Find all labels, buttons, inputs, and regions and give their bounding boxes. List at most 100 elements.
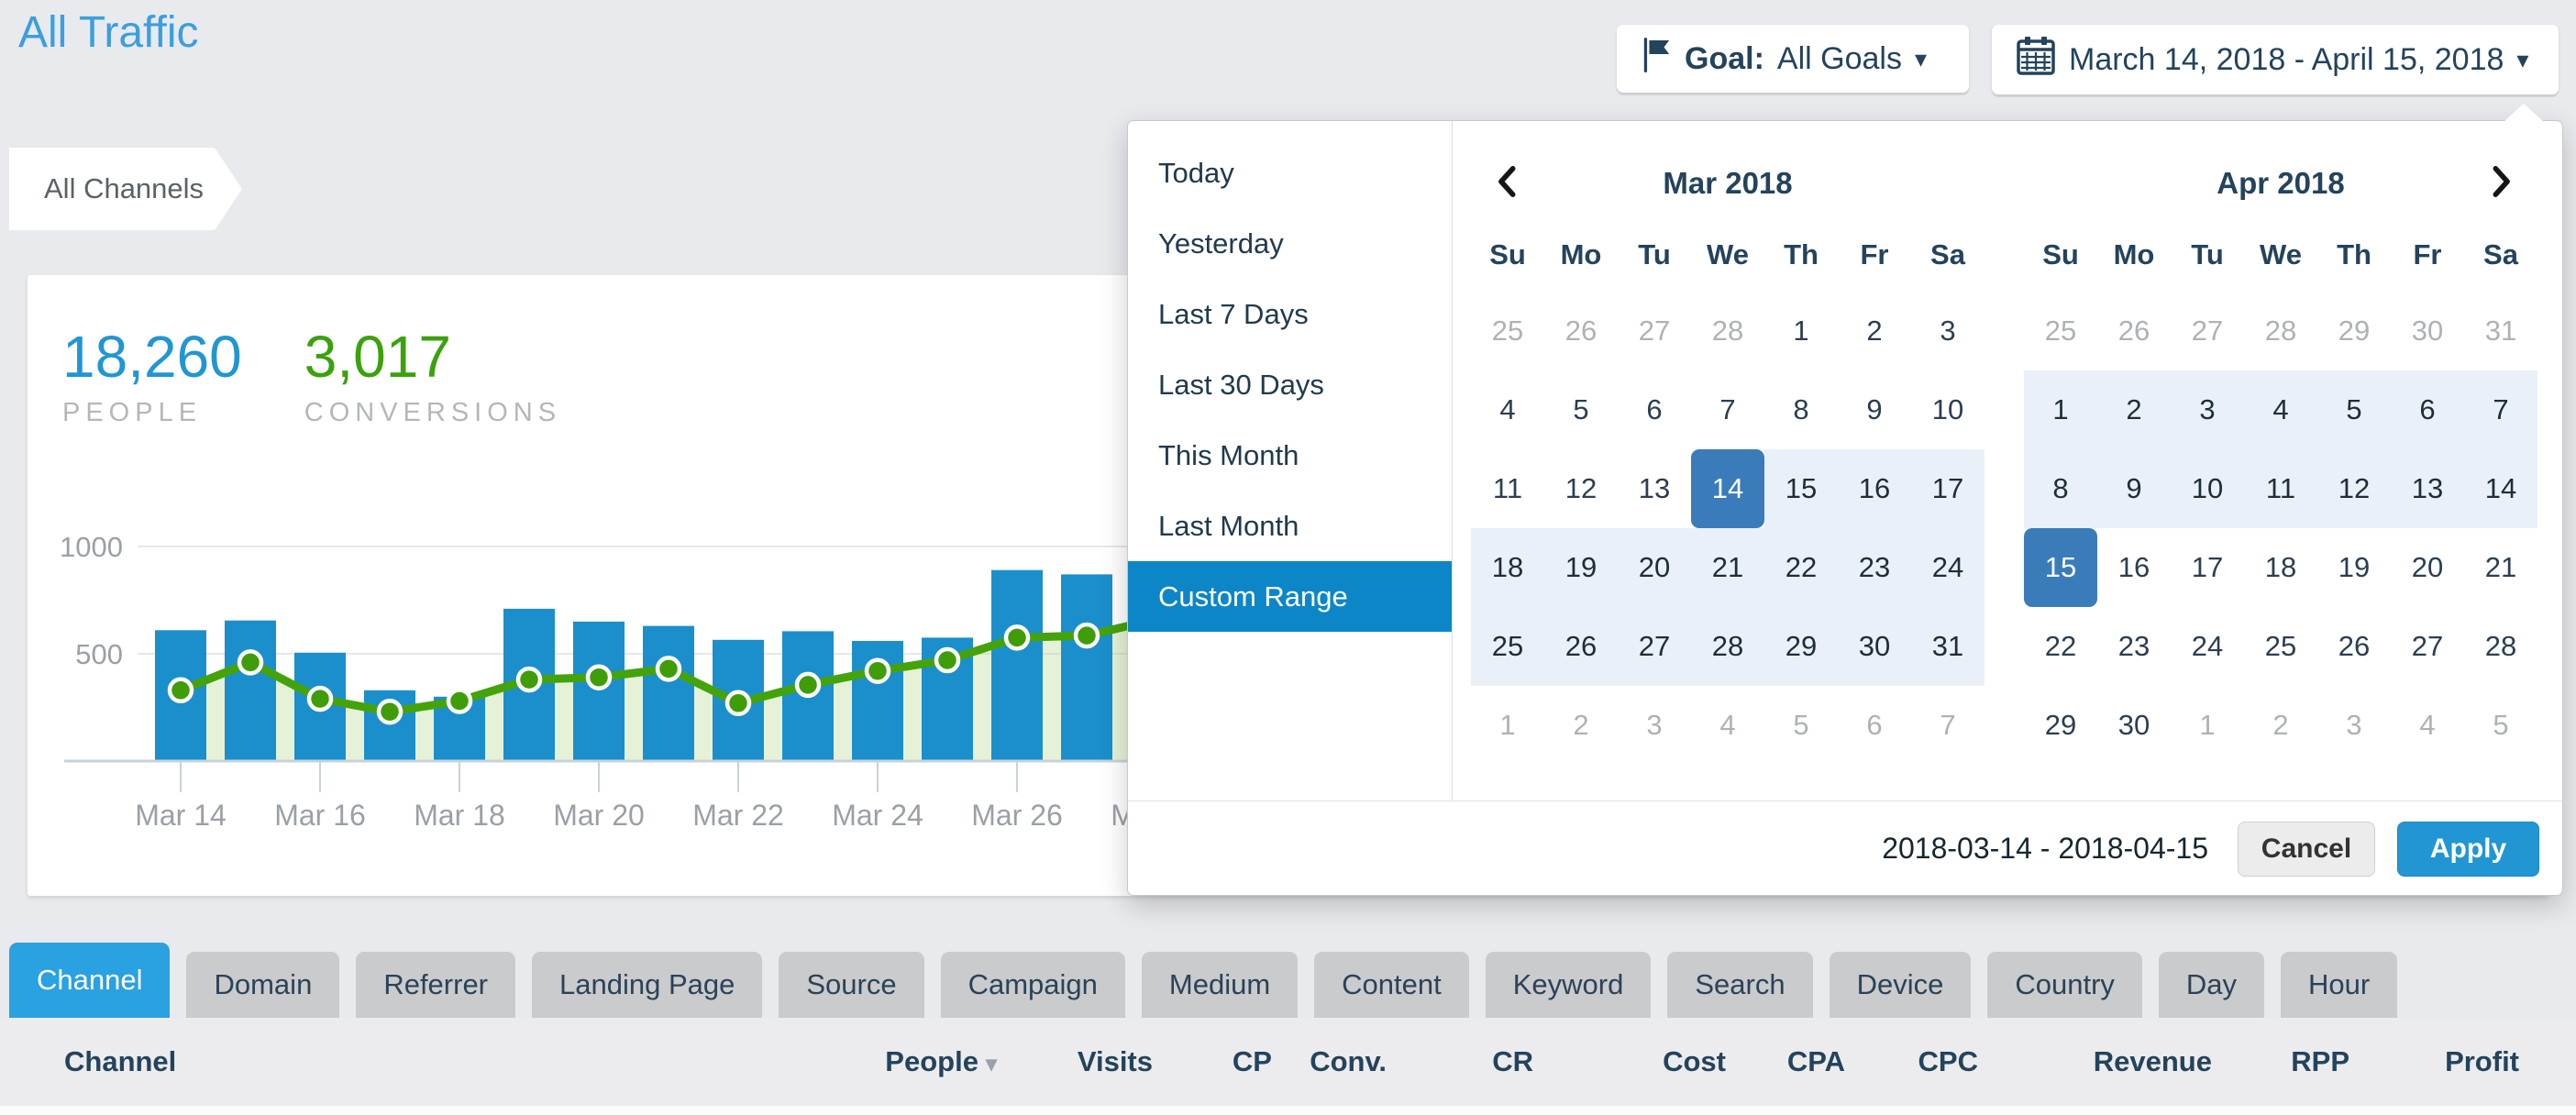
day-cell[interactable]: 20 [2391,528,2464,607]
preset-this-month[interactable]: This Month [1128,420,1452,491]
tab-keyword[interactable]: Keyword [1486,952,1652,1018]
day-cell[interactable]: 8 [2024,449,2097,528]
day-cell[interactable]: 29 [2317,292,2391,370]
day-cell[interactable]: 17 [1911,449,1985,528]
prev-month-button[interactable] [1486,161,1530,205]
tab-content[interactable]: Content [1314,952,1469,1018]
day-cell[interactable]: 15 [2024,528,2097,607]
day-cell[interactable]: 4 [1471,370,1544,449]
tab-device[interactable]: Device [1830,952,1972,1018]
day-cell[interactable]: 19 [2317,528,2391,607]
day-cell[interactable]: 1 [1471,686,1544,765]
day-cell[interactable]: 13 [2391,449,2464,528]
day-cell[interactable]: 5 [1764,686,1838,765]
day-cell[interactable]: 26 [2317,607,2391,686]
day-cell[interactable]: 2 [2244,686,2317,765]
tab-search[interactable]: Search [1667,952,1812,1018]
column-header-cr[interactable]: CR [1387,1045,1533,1078]
day-cell[interactable]: 10 [1911,370,1985,449]
day-cell[interactable]: 22 [2024,607,2097,686]
day-cell[interactable]: 4 [2391,686,2464,765]
day-cell[interactable]: 31 [2464,292,2537,370]
day-cell[interactable]: 12 [1544,449,1618,528]
day-cell[interactable]: 28 [1691,607,1764,686]
day-cell[interactable]: 26 [1544,292,1618,370]
day-cell[interactable]: 6 [1618,370,1691,449]
day-cell[interactable]: 9 [2097,449,2171,528]
preset-last-30-days[interactable]: Last 30 Days [1128,349,1452,420]
day-cell[interactable]: 7 [2464,370,2537,449]
column-header-cpa[interactable]: CPA [1726,1045,1845,1078]
day-cell[interactable]: 23 [2097,607,2171,686]
day-cell[interactable]: 29 [1764,607,1838,686]
day-cell[interactable]: 4 [1691,686,1764,765]
column-header-people[interactable]: People▾ [823,1045,997,1078]
day-cell[interactable]: 6 [2391,370,2464,449]
day-cell[interactable]: 11 [1471,449,1544,528]
day-cell[interactable]: 1 [2024,370,2097,449]
day-cell[interactable]: 30 [1838,607,1911,686]
day-cell[interactable]: 30 [2097,686,2171,765]
day-cell[interactable]: 22 [1764,528,1838,607]
goal-dropdown-button[interactable]: Goal: All Goals ▾ [1617,25,1969,93]
day-cell[interactable]: 28 [2464,607,2537,686]
preset-today[interactable]: Today [1128,138,1452,208]
column-header-profit[interactable]: Profit [2349,1045,2519,1078]
day-cell[interactable]: 31 [1911,607,1985,686]
day-cell[interactable]: 4 [2244,370,2317,449]
day-cell[interactable]: 3 [1618,686,1691,765]
day-cell[interactable]: 26 [2097,292,2171,370]
day-cell[interactable]: 1 [1764,292,1838,370]
day-cell[interactable]: 12 [2317,449,2391,528]
day-cell[interactable]: 16 [2097,528,2171,607]
day-cell[interactable]: 25 [1471,292,1544,370]
tab-country[interactable]: Country [1987,952,2142,1018]
preset-custom-range[interactable]: Custom Range [1128,561,1452,632]
tab-day[interactable]: Day [2159,952,2264,1018]
tab-source[interactable]: Source [779,952,923,1018]
day-cell[interactable]: 26 [1544,607,1618,686]
column-header-conv-[interactable]: Conv. [1272,1045,1387,1078]
day-cell[interactable]: 29 [2024,686,2097,765]
day-cell[interactable]: 28 [1691,292,1764,370]
day-cell[interactable]: 13 [1618,449,1691,528]
day-cell[interactable]: 27 [2391,607,2464,686]
day-cell[interactable]: 14 [2464,449,2537,528]
day-cell[interactable]: 10 [2171,449,2244,528]
day-cell[interactable]: 5 [2464,686,2537,765]
cancel-button[interactable]: Cancel [2238,822,2375,877]
day-cell[interactable]: 11 [2244,449,2317,528]
tab-referrer[interactable]: Referrer [356,952,515,1018]
day-cell[interactable]: 25 [2024,292,2097,370]
day-cell[interactable]: 25 [1471,607,1544,686]
day-cell[interactable]: 5 [2317,370,2391,449]
day-cell[interactable]: 27 [1618,292,1691,370]
day-cell[interactable]: 3 [2171,370,2244,449]
day-cell[interactable]: 27 [2171,292,2244,370]
day-cell[interactable]: 2 [1544,686,1618,765]
day-cell[interactable]: 21 [1691,528,1764,607]
column-header-visits[interactable]: Visits [997,1045,1153,1078]
day-cell[interactable]: 16 [1838,449,1911,528]
tab-domain[interactable]: Domain [186,952,339,1018]
column-header-revenue[interactable]: Revenue [1978,1045,2212,1078]
column-header-rpp[interactable]: RPP [2212,1045,2349,1078]
date-range-button[interactable]: March 14, 2018 - April 15, 2018 ▾ [1992,25,2559,94]
day-cell[interactable]: 15 [1764,449,1838,528]
day-cell[interactable]: 30 [2391,292,2464,370]
tab-hour[interactable]: Hour [2281,952,2397,1018]
preset-last-month[interactable]: Last Month [1128,491,1452,561]
day-cell[interactable]: 20 [1618,528,1691,607]
day-cell[interactable]: 27 [1618,607,1691,686]
day-cell[interactable]: 21 [2464,528,2537,607]
day-cell[interactable]: 23 [1838,528,1911,607]
apply-button[interactable]: Apply [2397,822,2539,877]
day-cell[interactable]: 6 [1838,686,1911,765]
breadcrumb-all-channels[interactable]: All Channels [9,148,242,230]
tab-campaign[interactable]: Campaign [941,952,1125,1018]
tab-landing-page[interactable]: Landing Page [532,952,762,1018]
day-cell[interactable]: 7 [1911,686,1985,765]
column-header-cpc[interactable]: CPC [1845,1045,1978,1078]
day-cell[interactable]: 24 [1911,528,1985,607]
preset-last-7-days[interactable]: Last 7 Days [1128,279,1452,349]
